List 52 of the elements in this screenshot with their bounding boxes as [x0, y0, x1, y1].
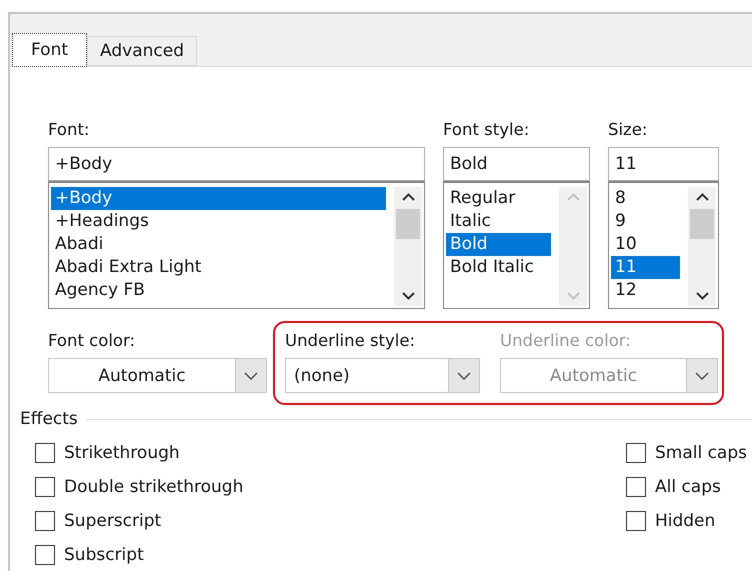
dropdown[interactable]: Automatic: [48, 358, 267, 393]
scroll-down-icon[interactable]: [402, 292, 414, 300]
checkbox-label: Double strikethrough: [64, 476, 244, 496]
text-field[interactable]: 11: [608, 147, 719, 181]
tab[interactable]: Font: [12, 33, 88, 67]
field-label: Underline color:: [500, 331, 632, 350]
field-label: Font color:: [48, 331, 136, 350]
checkbox-label: Superscript: [64, 510, 162, 530]
checkbox[interactable]: [626, 476, 646, 496]
scroll-thumb[interactable]: [690, 209, 714, 239]
scroll-down-icon[interactable]: [696, 292, 708, 300]
text-field[interactable]: +Body: [48, 147, 425, 181]
list-item[interactable]: 10: [611, 233, 680, 256]
section-title: Effects: [20, 409, 78, 429]
list-item[interactable]: 8: [611, 187, 680, 210]
list-item[interactable]: 9: [611, 210, 680, 233]
checkbox-label: Small caps: [654, 442, 747, 462]
scrollbar[interactable]: [688, 187, 716, 306]
scroll-up-icon[interactable]: [696, 193, 708, 201]
list-item[interactable]: 12: [611, 279, 680, 302]
checkbox-label: Strikethrough: [64, 442, 180, 462]
scroll-thumb[interactable]: [396, 209, 420, 239]
list-item[interactable]: Italic: [446, 210, 551, 233]
scroll-up-icon[interactable]: [402, 193, 414, 201]
checkbox[interactable]: [35, 544, 55, 564]
list-item[interactable]: Bold Italic: [446, 256, 551, 279]
checkbox[interactable]: [626, 442, 646, 462]
checkbox[interactable]: [626, 510, 646, 530]
field-label: Size:: [608, 120, 648, 139]
text-field[interactable]: Bold: [443, 147, 590, 181]
list-item[interactable]: Abadi: [51, 233, 386, 256]
chevron-down-icon: [695, 372, 709, 380]
list-item[interactable]: Abadi Extra Light: [51, 256, 386, 279]
list-item[interactable]: 11: [611, 256, 680, 279]
list-item[interactable]: +Headings: [51, 210, 386, 233]
list-item[interactable]: Agency FB: [51, 279, 386, 302]
checkbox-label: Subscript: [64, 544, 144, 564]
chevron-down-icon: [457, 372, 471, 380]
checkbox-label: Hidden: [654, 510, 716, 530]
checkbox[interactable]: [35, 476, 55, 496]
checkbox-label: All caps: [654, 476, 721, 496]
checkbox[interactable]: [35, 442, 55, 462]
list-item[interactable]: +Body: [51, 187, 386, 210]
checkbox[interactable]: [35, 510, 55, 530]
list-item[interactable]: Regular: [446, 187, 551, 210]
chevron-down-icon: [244, 372, 258, 380]
list-item[interactable]: Bold: [446, 233, 551, 256]
field-label: Underline style:: [285, 331, 416, 350]
field-label: Font style:: [443, 120, 530, 139]
field-label: Font:: [48, 120, 90, 139]
tab[interactable]: Advanced: [87, 36, 197, 66]
scrollbar[interactable]: [394, 187, 422, 306]
